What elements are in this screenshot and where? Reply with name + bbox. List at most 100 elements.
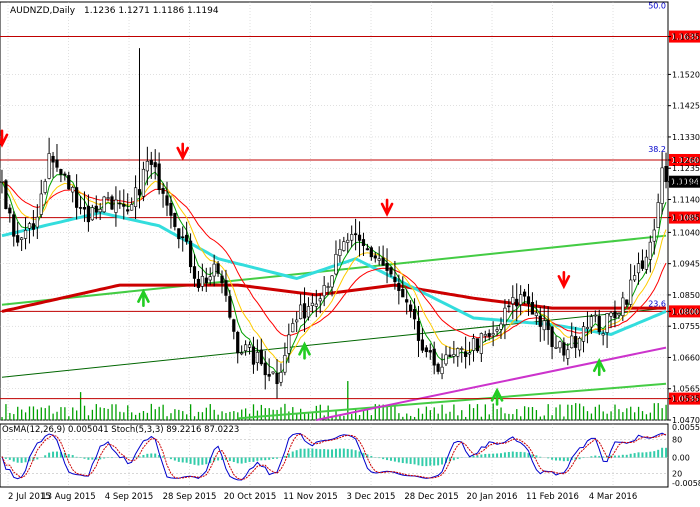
price-tick-label: 1.1085 xyxy=(672,214,700,223)
osma-bar xyxy=(307,448,309,457)
volume-bar xyxy=(438,414,439,420)
candle-body xyxy=(378,259,381,261)
fib-level-label: 38.2 xyxy=(648,145,666,154)
volume-bar xyxy=(563,416,564,420)
candle-body xyxy=(284,355,287,372)
volume-bar xyxy=(135,415,136,420)
candle-body xyxy=(354,234,357,235)
volume-bar xyxy=(72,407,73,420)
volume-bar xyxy=(84,406,85,420)
volume-bar xyxy=(406,414,407,420)
osma-bar xyxy=(551,458,553,460)
candle-body xyxy=(327,287,330,288)
osma-bar xyxy=(264,458,266,461)
volume-bar xyxy=(221,411,222,420)
osma-bar xyxy=(504,452,506,457)
osma-bar xyxy=(512,452,514,458)
price-chart-svg[interactable]: 1.16351.12601.10851.08001.05351.119450.0… xyxy=(0,0,700,503)
volume-bar xyxy=(159,407,160,420)
candle-body xyxy=(236,332,239,353)
volume-bar xyxy=(60,407,61,420)
volume-bar xyxy=(485,404,486,420)
volume-bar xyxy=(587,411,588,420)
volume-bar xyxy=(658,403,659,420)
volume-bar xyxy=(434,407,435,420)
osma-bar xyxy=(68,454,70,457)
osma-bar xyxy=(311,448,313,457)
volume-bar xyxy=(571,405,572,420)
volume-bar xyxy=(96,404,97,420)
trading-chart[interactable]: 1.16351.12601.10851.08001.05351.119450.0… xyxy=(0,0,700,503)
candle-body xyxy=(16,235,19,242)
osma-bar xyxy=(52,452,54,458)
candle-body xyxy=(315,304,318,306)
osma-bar xyxy=(256,458,258,461)
candle-body xyxy=(398,283,401,290)
volume-bar xyxy=(665,405,666,420)
candle-body xyxy=(119,203,122,204)
osma-bar xyxy=(626,455,628,458)
volume-bar xyxy=(288,411,289,420)
osma-bar xyxy=(103,458,105,459)
osma-bar xyxy=(539,457,541,458)
candle-body xyxy=(248,345,251,347)
candle-body xyxy=(511,297,514,303)
price-tick-label: 1.0800 xyxy=(672,307,700,316)
volume-bar xyxy=(477,404,478,420)
osma-bar xyxy=(343,449,345,458)
volume-bar xyxy=(489,414,490,420)
osma-bar xyxy=(276,458,278,459)
price-tick-label: 1.0945 xyxy=(672,260,700,269)
volume-bar xyxy=(225,413,226,420)
volume-bar xyxy=(257,411,258,420)
candle-body xyxy=(158,164,161,190)
osma-bar xyxy=(402,458,404,464)
candle-body xyxy=(641,261,644,269)
volume-bar xyxy=(496,409,497,420)
candle-body xyxy=(233,320,236,332)
volume-bar xyxy=(127,405,128,420)
date-tick-label: 3 Dec 2015 xyxy=(347,492,396,502)
candle-body xyxy=(582,327,585,342)
osma-bar xyxy=(174,458,176,461)
volume-bar xyxy=(198,412,199,420)
candle-body xyxy=(480,333,483,353)
candle-body xyxy=(28,224,31,229)
osma-bar xyxy=(48,453,50,458)
volume-bar xyxy=(206,408,207,420)
volume-bar xyxy=(583,406,584,420)
osma-bar xyxy=(622,455,624,458)
candle-body xyxy=(170,203,173,215)
volume-bar xyxy=(614,405,615,420)
volume-bar xyxy=(599,405,600,420)
candle-body xyxy=(229,296,232,317)
volume-bar xyxy=(29,406,30,420)
candle-body xyxy=(9,208,12,213)
candle-body xyxy=(20,238,23,240)
osma-bar xyxy=(370,456,372,458)
osma-bar xyxy=(472,456,474,458)
osma-bar xyxy=(190,458,192,464)
osma-bar xyxy=(162,456,164,457)
volume-bar xyxy=(603,411,604,420)
volume-bar xyxy=(151,404,152,420)
volume-bar xyxy=(131,412,132,420)
volume-bar xyxy=(174,409,175,420)
candle-body xyxy=(166,196,169,206)
candle-body xyxy=(649,242,652,259)
volume-bar xyxy=(473,408,474,420)
date-tick-label: 4 Mar 2016 xyxy=(589,492,637,502)
osma-bar xyxy=(355,450,357,457)
candle-body xyxy=(107,198,110,199)
volume-bar xyxy=(194,416,195,420)
candle-body xyxy=(280,372,283,382)
osma-bar xyxy=(252,458,254,462)
indicator-title: OsMA(12,26,9) 0.005041 Stoch(5,3,3) 89.2… xyxy=(2,425,239,435)
osma-bar xyxy=(182,458,184,463)
osma-bar xyxy=(598,456,600,457)
osma-bar xyxy=(500,453,502,457)
candle-body xyxy=(508,306,511,307)
volume-bar xyxy=(261,405,262,420)
candle-body xyxy=(264,363,267,375)
osma-bar xyxy=(590,456,592,457)
